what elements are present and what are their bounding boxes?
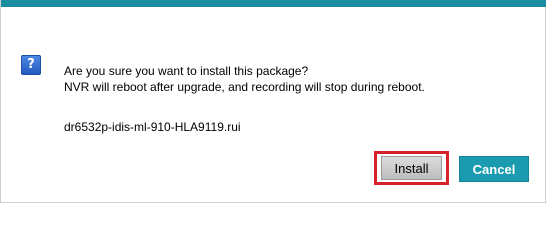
cancel-button[interactable]: Cancel xyxy=(459,156,529,182)
install-confirm-dialog: ? Are you sure you want to install this … xyxy=(0,0,546,203)
confirm-message: Are you sure you want to install this pa… xyxy=(64,63,425,95)
install-button[interactable]: Install xyxy=(381,156,442,180)
confirm-message-line-1: Are you sure you want to install this pa… xyxy=(64,64,309,78)
confirm-message-line-2: NVR will reboot after upgrade, and recor… xyxy=(64,80,425,94)
dialog-title-bar xyxy=(1,0,546,7)
question-icon: ? xyxy=(21,55,41,75)
package-filename: dr6532p-idis-ml-910-HLA9119.rui xyxy=(64,120,241,134)
